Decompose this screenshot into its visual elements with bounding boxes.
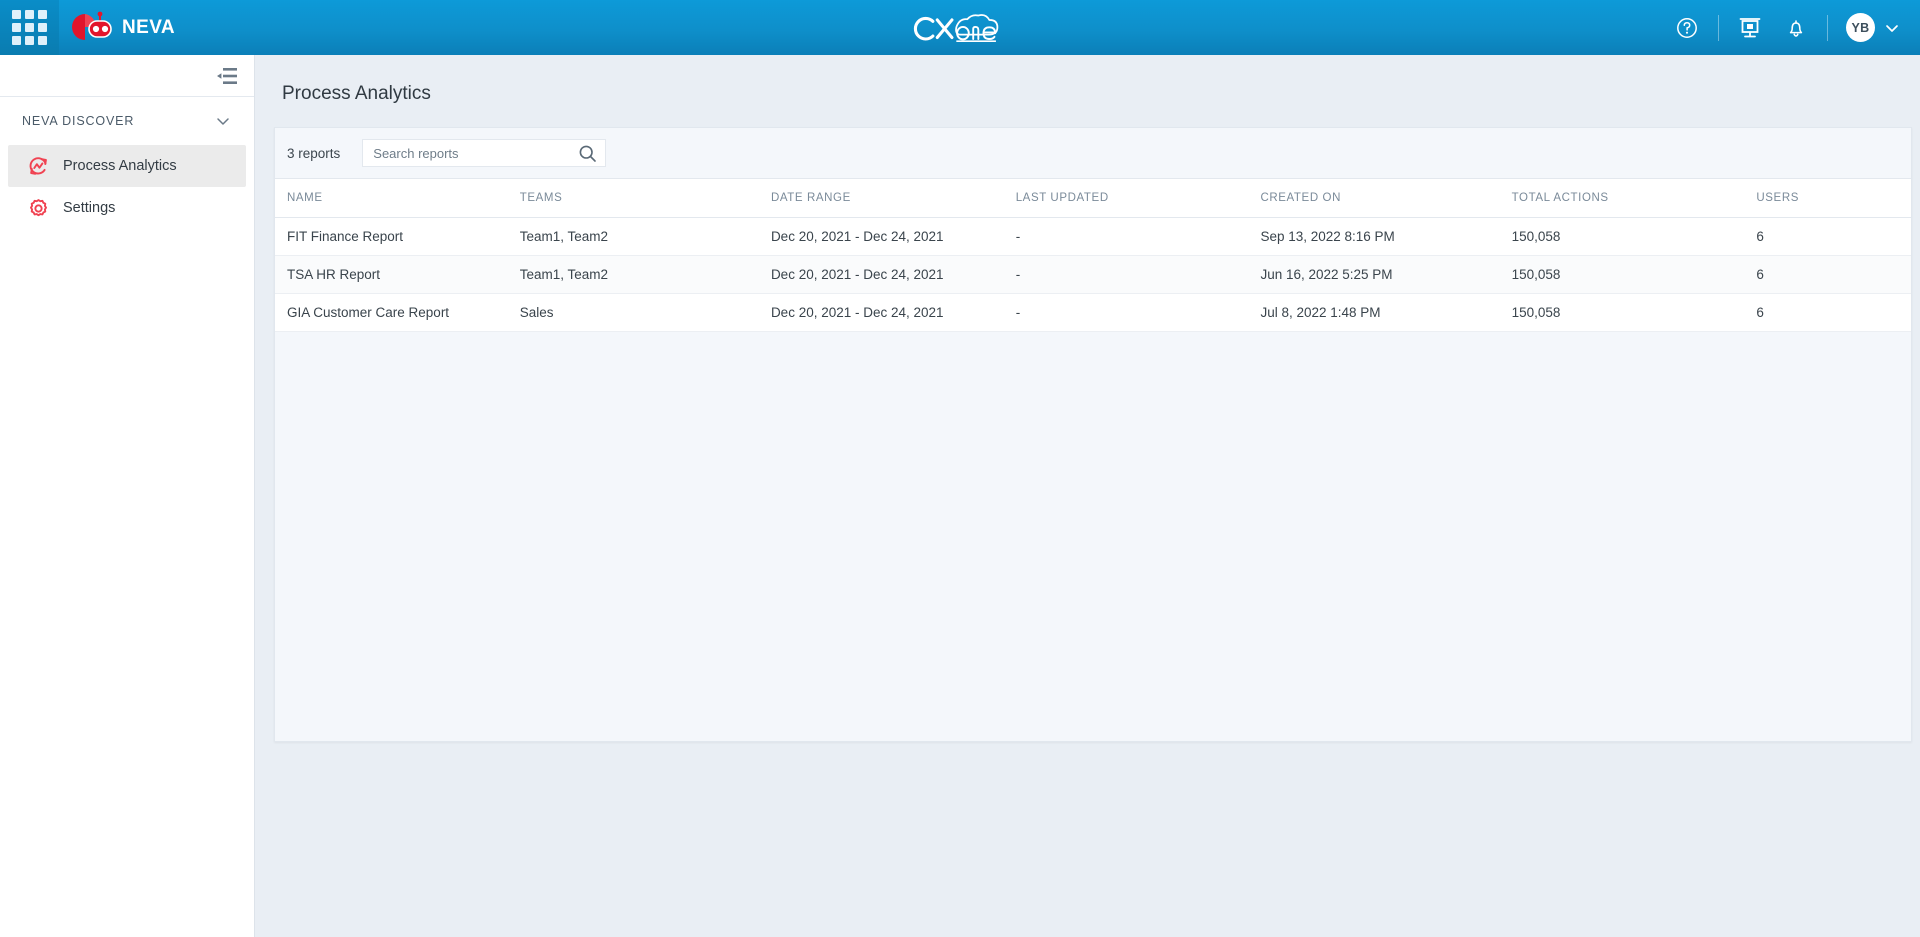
sidebar-item-label: Settings bbox=[63, 200, 116, 216]
cell-created-on: Jul 8, 2022 1:48 PM bbox=[1260, 293, 1512, 332]
neva-robot-logo-icon bbox=[69, 11, 113, 45]
main-content: Process Analytics 3 reports NAME TEAMS bbox=[256, 55, 1920, 937]
cell-name: TSA HR Report bbox=[275, 255, 520, 294]
gear-icon bbox=[28, 198, 49, 219]
reports-count: 3 reports bbox=[287, 145, 341, 161]
cell-name: FIT Finance Report bbox=[275, 217, 520, 256]
bell-icon bbox=[1789, 19, 1803, 37]
chevron-down-icon bbox=[1886, 24, 1898, 32]
help-circle-icon bbox=[1677, 17, 1697, 38]
cell-users: 6 bbox=[1756, 217, 1911, 256]
cell-total-actions: 150,058 bbox=[1511, 217, 1757, 256]
cell-total-actions: 150,058 bbox=[1511, 255, 1757, 294]
cell-teams: Sales bbox=[519, 293, 771, 332]
search-input[interactable] bbox=[373, 145, 573, 161]
avatar[interactable]: YB bbox=[1846, 13, 1875, 42]
cell-teams: Team1, Team2 bbox=[519, 255, 771, 294]
help-button[interactable] bbox=[1664, 0, 1710, 55]
cell-name: GIA Customer Care Report bbox=[275, 293, 520, 332]
cell-last-updated: - bbox=[1015, 293, 1261, 332]
cxone-logo bbox=[0, 0, 1920, 55]
search-reports-box[interactable] bbox=[362, 139, 607, 167]
cell-created-on: Jun 16, 2022 5:25 PM bbox=[1260, 255, 1512, 294]
cell-created-on: Sep 13, 2022 8:16 PM bbox=[1260, 217, 1512, 256]
table-row[interactable]: GIA Customer Care Report Sales Dec 20, 2… bbox=[275, 293, 1911, 332]
table-header: NAME TEAMS DATE RANGE LAST UPDATED CREAT… bbox=[275, 178, 1911, 218]
cell-total-actions: 150,058 bbox=[1511, 293, 1757, 332]
column-header-date-range[interactable]: DATE RANGE bbox=[770, 178, 1016, 218]
column-header-teams[interactable]: TEAMS bbox=[519, 178, 771, 218]
cell-users: 6 bbox=[1756, 255, 1911, 294]
table-row[interactable]: TSA HR Report Team1, Team2 Dec 20, 2021 … bbox=[275, 255, 1911, 294]
brand-name: NEVA bbox=[122, 16, 175, 38]
column-header-created-on[interactable]: CREATED ON bbox=[1260, 178, 1512, 218]
table-row[interactable]: FIT Finance Report Team1, Team2 Dec 20, … bbox=[275, 217, 1911, 256]
brand[interactable]: NEVA bbox=[69, 11, 175, 45]
reports-table: NAME TEAMS DATE RANGE LAST UPDATED CREAT… bbox=[275, 178, 1911, 332]
collapse-menu-icon bbox=[217, 67, 237, 84]
column-header-name[interactable]: NAME bbox=[275, 178, 520, 218]
cell-teams: Team1, Team2 bbox=[519, 217, 771, 256]
reports-toolbar: 3 reports bbox=[275, 128, 1911, 178]
divider bbox=[1718, 14, 1719, 41]
cell-last-updated: - bbox=[1015, 217, 1261, 256]
reports-card: 3 reports NAME TEAMS DATE RANGE LAST UPD… bbox=[274, 127, 1912, 742]
user-menu[interactable]: YB bbox=[1836, 0, 1906, 55]
process-analytics-icon bbox=[28, 156, 49, 177]
divider bbox=[1827, 14, 1828, 41]
sidebar-item-process-analytics[interactable]: Process Analytics bbox=[8, 145, 246, 187]
search-icon[interactable] bbox=[578, 144, 597, 163]
cell-date-range: Dec 20, 2021 - Dec 24, 2021 bbox=[770, 255, 1016, 294]
sidebar-item-settings[interactable]: Settings bbox=[8, 187, 246, 229]
sidebar: NEVA DISCOVER Process Analytics Settings bbox=[0, 55, 255, 937]
sidebar-item-label: Process Analytics bbox=[63, 158, 177, 174]
cell-date-range: Dec 20, 2021 - Dec 24, 2021 bbox=[770, 217, 1016, 256]
presentation-screen-icon bbox=[1739, 17, 1761, 37]
chevron-down-icon bbox=[217, 118, 229, 125]
page-title: Process Analytics bbox=[282, 83, 431, 104]
table-header-row: NAME TEAMS DATE RANGE LAST UPDATED CREAT… bbox=[275, 178, 1911, 218]
top-bar: NEVA YB bbox=[0, 0, 1920, 55]
notifications-button[interactable] bbox=[1773, 0, 1819, 55]
cell-users: 6 bbox=[1756, 293, 1911, 332]
sidebar-section-label: NEVA DISCOVER bbox=[22, 114, 135, 128]
column-header-total-actions[interactable]: TOTAL ACTIONS bbox=[1511, 178, 1757, 218]
cell-last-updated: - bbox=[1015, 255, 1261, 294]
collapse-menu-button[interactable] bbox=[216, 67, 238, 85]
sidebar-header bbox=[0, 55, 254, 97]
top-bar-actions: YB bbox=[1664, 0, 1906, 55]
apps-launcher-button[interactable] bbox=[0, 0, 59, 55]
sidebar-section-neva-discover[interactable]: NEVA DISCOVER bbox=[0, 97, 254, 145]
apps-grid-icon bbox=[12, 10, 47, 45]
presentation-button[interactable] bbox=[1727, 0, 1773, 55]
column-header-users[interactable]: USERS bbox=[1756, 178, 1911, 218]
table-body: FIT Finance Report Team1, Team2 Dec 20, … bbox=[275, 217, 1911, 332]
cxone-logo-icon bbox=[913, 13, 999, 42]
cell-date-range: Dec 20, 2021 - Dec 24, 2021 bbox=[770, 293, 1016, 332]
column-header-last-updated[interactable]: LAST UPDATED bbox=[1015, 178, 1261, 218]
